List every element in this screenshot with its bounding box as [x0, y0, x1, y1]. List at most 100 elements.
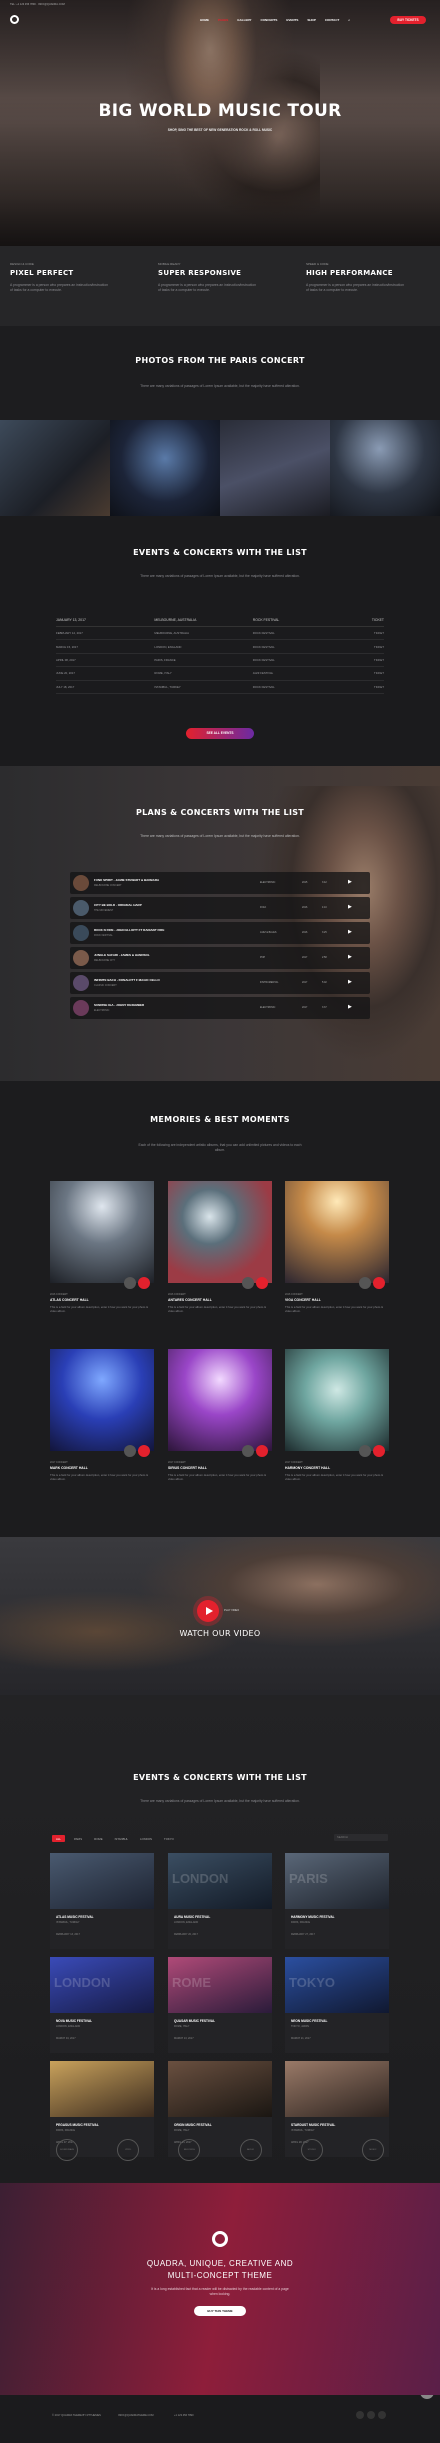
see-all-events-button[interactable]: SEE ALL EVENTS: [186, 728, 254, 739]
nav-pages[interactable]: PAGES: [218, 18, 228, 22]
scroll-to-top-button[interactable]: [420, 2395, 434, 2399]
partner-logo-text: AUDIO: [247, 2149, 255, 2151]
nav-gallery[interactable]: GALLERY: [237, 18, 251, 22]
event-card[interactable]: LONDON AURA MUSIC FESTIVAL LONDON, ENGLAND…: [168, 1853, 272, 1949]
memory-photo[interactable]: [50, 1181, 154, 1289]
track-thumbnail: [73, 1000, 89, 1016]
event-title: STARDUST MUSIC FESTIVAL: [291, 2123, 336, 2127]
zoom-icon[interactable]: [373, 1277, 385, 1289]
filter-all[interactable]: ALL: [52, 1835, 65, 1842]
ticket-link[interactable]: TICKET: [351, 685, 384, 689]
play-icon[interactable]: ▶: [348, 929, 352, 935]
play-icon[interactable]: ▶: [348, 904, 352, 910]
memories-title: MEMORIES & BEST MOMENTS: [150, 1115, 290, 1124]
memory-card[interactable]: 2017 CONCERT HARMONY CONCERT HALL This is …: [285, 1349, 389, 1481]
track-genre: JAZZ & BLUES: [260, 931, 277, 934]
memory-photo[interactable]: [168, 1349, 272, 1457]
buy-tickets-button[interactable]: BUY TICKETS: [390, 16, 426, 24]
link-icon[interactable]: [124, 1445, 136, 1457]
event-photo[interactable]: PARIS: [285, 1853, 389, 1909]
event-photo[interactable]: LONDON: [168, 1853, 272, 1909]
memory-photo[interactable]: [50, 1349, 154, 1457]
event-search-input[interactable]: SEARCH: [334, 1834, 388, 1841]
zoom-icon[interactable]: [373, 1445, 385, 1457]
event-card[interactable]: TOKYO NEON MUSIC FESTIVAL TOKYO, JAPAN MARC…: [285, 1957, 389, 2053]
cta-title-line1: QUADRA, UNIQUE, CREATIVE AND: [146, 2259, 294, 2268]
filter-rome[interactable]: ROME: [91, 1835, 105, 1842]
nav-home[interactable]: HOME: [200, 18, 209, 22]
track-row[interactable]: INFINITE BACH - DONALDTT F MAGIC CELLO CL…: [70, 972, 370, 994]
play-video-button[interactable]: [197, 1600, 219, 1622]
events-grid-section: EVENTS & CONCERTS WITH THE LIST There ar…: [0, 1695, 440, 2183]
memory-card[interactable]: 2016 CONCERT ANTARES CONCERT HALL This is …: [168, 1181, 272, 1313]
memory-photo[interactable]: [285, 1349, 389, 1457]
link-icon[interactable]: [124, 1277, 136, 1289]
twitter-icon[interactable]: [367, 2411, 375, 2419]
ticket-link[interactable]: TICKET: [351, 658, 384, 662]
event-location: ROME, ITALY: [174, 2129, 190, 2132]
link-icon[interactable]: [359, 1445, 371, 1457]
event-card[interactable]: PARIS HARMONY MUSIC FESTIVAL PARIS, FRANCE…: [285, 1853, 389, 1949]
zoom-icon[interactable]: [256, 1445, 268, 1457]
footer-copyright: © 2017 QUADRA THEME BY RTTHEMES: [52, 2414, 101, 2417]
play-icon[interactable]: ▶: [348, 879, 352, 885]
search-icon[interactable]: ⌕: [348, 18, 350, 22]
filter-london[interactable]: LONDON: [137, 1835, 155, 1842]
concert-photo[interactable]: [0, 420, 110, 516]
facebook-icon[interactable]: [356, 2411, 364, 2419]
event-card[interactable]: ATLAS MUSIC FESTIVAL ISTANBUL, TURKEY FEBR…: [50, 1853, 154, 1949]
ticket-link[interactable]: TICKET: [351, 671, 384, 675]
event-photo[interactable]: LONDON: [50, 1957, 154, 2013]
memory-card[interactable]: 2017 CONCERT MARK CONCERT HALL This is a f…: [50, 1349, 154, 1481]
concert-photo[interactable]: [220, 420, 330, 516]
nav-shop[interactable]: SHOP: [307, 18, 316, 22]
link-icon[interactable]: [242, 1445, 254, 1457]
concert-photo[interactable]: [330, 420, 440, 516]
link-icon[interactable]: [359, 1277, 371, 1289]
play-icon[interactable]: ▶: [348, 954, 352, 960]
event-photo[interactable]: ROME: [168, 1957, 272, 2013]
zoom-icon[interactable]: [256, 1277, 268, 1289]
play-icon[interactable]: ▶: [348, 1004, 352, 1010]
nav-events[interactable]: EVENTS: [286, 18, 298, 22]
memory-card[interactable]: 2016 CONCERT ATLAS CONCERT HALL This is a …: [50, 1181, 154, 1313]
zoom-icon[interactable]: [138, 1277, 150, 1289]
filter-paris[interactable]: PARIS: [71, 1835, 85, 1842]
site-logo[interactable]: [10, 15, 19, 24]
event-photo[interactable]: [50, 2061, 154, 2117]
link-icon[interactable]: [242, 1277, 254, 1289]
track-row[interactable]: CITY BE BOLD - ORIGINAL HARP THE MOVEMENT…: [70, 897, 370, 919]
event-photo[interactable]: [168, 2061, 272, 2117]
filter-tokyo[interactable]: TOKYO: [161, 1835, 177, 1842]
ticket-link[interactable]: TICKET: [351, 645, 384, 649]
event-photo[interactable]: TOKYO: [285, 1957, 389, 2013]
track-row[interactable]: JUNGLE SAFARI - JAMES & HANDSOL MELBOURNE…: [70, 947, 370, 969]
ticket-link[interactable]: TICKET: [351, 631, 384, 635]
event-card[interactable]: ROME QUASAR MUSIC FESTIVAL ROME, ITALY MARC…: [168, 1957, 272, 2053]
track-row[interactable]: ROCK N FIRE - JOHN ELLIOTT FT RADIANT FI…: [70, 922, 370, 944]
event-card[interactable]: LONDON NOVA MUSIC FESTIVAL LONDON, ENGLAND…: [50, 1957, 154, 2053]
track-row[interactable]: FUNK SPIRIT - JAMIE STEWART & BARBARA MEL…: [70, 872, 370, 894]
memory-photo[interactable]: [168, 1181, 272, 1289]
footer-email[interactable]: INFO@QUADRATHEME.COM: [118, 2414, 154, 2417]
event-title: NEON MUSIC FESTIVAL: [291, 2019, 328, 2023]
event-location: ISTANBUL, TURKEY: [56, 1921, 80, 1924]
nav-contact[interactable]: CONTACT: [325, 18, 339, 22]
feature-text: A programmer is a person who prepares an…: [10, 283, 108, 292]
zoom-icon[interactable]: [138, 1445, 150, 1457]
buy-theme-button[interactable]: BUY THIS THEME: [194, 2306, 246, 2316]
track-thumbnail: [73, 925, 89, 941]
event-photo[interactable]: [285, 2061, 389, 2117]
instagram-icon[interactable]: [378, 2411, 386, 2419]
memory-card[interactable]: 2016 CONCERT VIGA CONCERT HALL This is a f…: [285, 1181, 389, 1313]
track-row[interactable]: SUNRISE IGA - JOHNY DEXEMBER ELECTRONIC EL…: [70, 997, 370, 1019]
memory-card[interactable]: 2017 CONCERT SIRIUS CONCERT HALL This is a…: [168, 1349, 272, 1481]
event-photo[interactable]: [50, 1853, 154, 1909]
play-icon[interactable]: ▶: [348, 979, 352, 985]
filter-istanbul[interactable]: ISTANBUL: [112, 1835, 131, 1842]
memory-photo[interactable]: [285, 1181, 389, 1289]
event-row: FEBRUARY 12, 2017 MELBOURNE, AUSTRALIA ROC…: [56, 627, 384, 641]
nav-concerts[interactable]: CONCERTS: [261, 18, 278, 22]
partner-logo-text: MUSIC: [369, 2149, 377, 2151]
concert-photo[interactable]: [110, 420, 220, 516]
